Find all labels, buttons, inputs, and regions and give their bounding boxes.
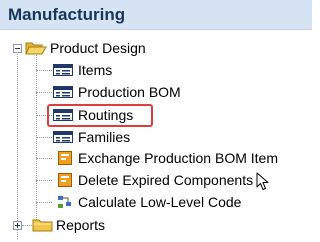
tree-node-reports[interactable]: Reports	[0, 214, 312, 236]
tree-node-items[interactable]: Items	[0, 59, 312, 81]
tree-node-label: Reports	[56, 217, 106, 233]
tree-node-production-bom[interactable]: Production BOM	[0, 81, 312, 103]
batch-job-icon	[58, 173, 72, 187]
mouse-pointer-icon	[256, 172, 269, 190]
tree-node-label: Exchange Production BOM Item	[78, 150, 278, 166]
section-title: Manufacturing	[8, 5, 126, 24]
codeunit-icon	[58, 196, 71, 208]
tree-node-label: Delete Expired Components	[78, 172, 254, 188]
tree-node-label: Items	[78, 62, 113, 78]
tree-node-families[interactable]: Families	[0, 126, 312, 148]
list-page-icon	[53, 131, 73, 143]
tree-node-label: Product Design	[50, 40, 146, 56]
section-header[interactable]: Manufacturing	[0, 0, 312, 30]
expand-toggle-icon[interactable]	[13, 221, 22, 230]
navigation-tree: Product Design Items Production BOM Rout…	[0, 29, 312, 242]
batch-job-icon	[58, 151, 72, 165]
selection-highlight-box	[47, 104, 153, 127]
navigation-pane: Manufacturing Product Design Items Produ…	[0, 0, 312, 242]
collapse-toggle-icon[interactable]	[13, 44, 22, 53]
list-page-icon	[53, 64, 73, 76]
tree-node-product-design[interactable]: Product Design	[0, 37, 312, 59]
tree-node-exchange-production-bom-item[interactable]: Exchange Production BOM Item	[0, 147, 312, 169]
tree-node-label: Calculate Low-Level Code	[78, 194, 242, 210]
tree-node-calculate-low-level-code[interactable]: Calculate Low-Level Code	[0, 191, 312, 213]
tree-node-label: Production BOM	[78, 84, 181, 100]
folder-closed-icon	[32, 219, 53, 232]
tree-node-label: Families	[78, 129, 131, 145]
list-page-icon	[53, 86, 73, 98]
folder-open-icon	[25, 42, 47, 55]
